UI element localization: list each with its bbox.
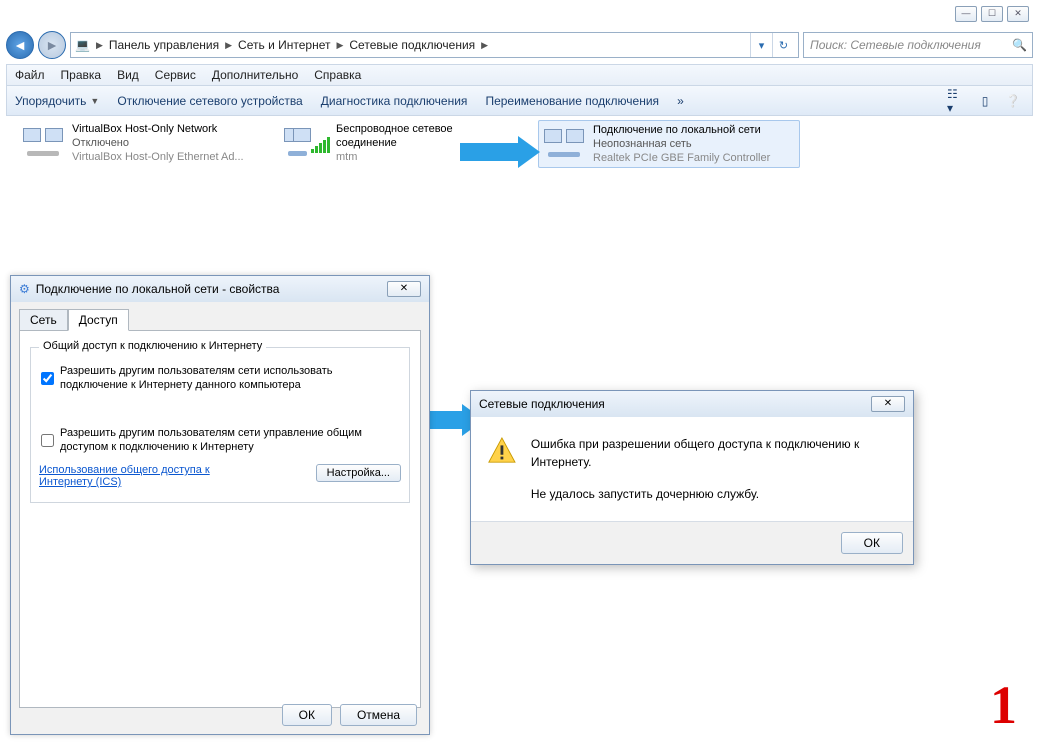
settings-button[interactable]: Настройка... (316, 464, 401, 482)
properties-dialog: ⚙ Подключение по локальной сети - свойст… (10, 275, 430, 735)
connection-device: Realtek PCIe GBE Family Controller (593, 151, 770, 165)
warning-icon (487, 435, 517, 467)
menu-help[interactable]: Справка (314, 68, 361, 82)
toolbar-disable[interactable]: Отключение сетевого устройства (117, 94, 302, 108)
connection-title: Беспроводное сетевое соединение (336, 122, 474, 150)
ok-button[interactable]: ОК (841, 532, 903, 554)
checkbox-label: Разрешить другим пользователям сети упра… (60, 426, 401, 454)
menu-view[interactable]: Вид (117, 68, 139, 82)
breadcrumb[interactable]: Сетевые подключения (349, 38, 475, 52)
menu-file[interactable]: Файл (15, 68, 45, 82)
menu-edit[interactable]: Правка (61, 68, 102, 82)
search-placeholder: Поиск: Сетевые подключения (810, 38, 981, 52)
chevron-down-icon: ▼ (90, 96, 99, 106)
nav-back-button[interactable]: ◄ (6, 31, 34, 59)
dialog-title: Сетевые подключения (479, 397, 871, 411)
menu-advanced[interactable]: Дополнительно (212, 68, 298, 82)
wireless-adapter-icon (284, 122, 330, 164)
view-options-icon[interactable]: ☷ ▾ (946, 90, 968, 112)
network-adapter-icon (20, 122, 66, 164)
minimize-button[interactable]: — (955, 6, 977, 22)
checkbox-label: Разрешить другим пользователям сети испо… (60, 364, 401, 392)
error-dialog: Сетевые подключения ✕ Ошибка при разреше… (470, 390, 914, 565)
connection-device: VirtualBox Host-Only Ethernet Ad... (72, 150, 244, 164)
dialog-title: Подключение по локальной сети - свойства (36, 282, 387, 296)
address-bar[interactable]: 💻 ▶ Панель управления ▶ Сеть и Интернет … (70, 32, 799, 58)
toolbar-diagnose[interactable]: Диагностика подключения (321, 94, 468, 108)
chevron-right-icon: ▶ (479, 40, 490, 51)
chevron-right-icon: ▶ (334, 40, 345, 51)
ics-help-link[interactable]: Использование общего доступа к Интернету… (39, 464, 239, 488)
dialog-close-button[interactable]: ✕ (871, 396, 905, 412)
checkbox-allow-share[interactable] (41, 365, 54, 392)
search-icon: 🔍 (1012, 38, 1026, 52)
menu-tools[interactable]: Сервис (155, 68, 196, 82)
breadcrumb[interactable]: Панель управления (109, 38, 219, 52)
network-icon: 💻 (75, 38, 90, 52)
connection-title: VirtualBox Host-Only Network (72, 122, 244, 136)
ok-button[interactable]: ОК (282, 704, 332, 726)
tab-access[interactable]: Доступ (68, 309, 129, 331)
search-input[interactable]: Поиск: Сетевые подключения 🔍 (803, 32, 1033, 58)
connection-status: Отключено (72, 136, 244, 150)
chevron-right-icon: ▶ (223, 40, 234, 51)
connection-status: mtm (336, 150, 474, 164)
refresh-button[interactable]: ↻ (772, 33, 794, 57)
preview-pane-icon[interactable]: ▯ (974, 90, 996, 112)
connection-item-virtualbox[interactable]: VirtualBox Host-Only Network Отключено V… (20, 122, 270, 164)
cancel-button[interactable]: Отмена (340, 704, 417, 726)
dialog-icon: ⚙ (19, 282, 30, 296)
group-legend: Общий доступ к подключению к Интернету (39, 340, 266, 352)
toolbar-organize[interactable]: Упорядочить▼ (15, 94, 99, 108)
connection-title: Подключение по локальной сети (593, 123, 770, 137)
dialog-close-button[interactable]: ✕ (387, 281, 421, 297)
network-adapter-icon (541, 123, 587, 165)
maximize-button[interactable]: ☐ (981, 6, 1003, 22)
dropdown-button[interactable]: ▾ (750, 33, 772, 57)
toolbar-more[interactable]: » (677, 94, 684, 108)
menu-bar: Файл Правка Вид Сервис Дополнительно Спр… (6, 64, 1033, 86)
chevron-right-icon: ▶ (94, 40, 105, 51)
close-button[interactable]: ✕ (1007, 6, 1029, 22)
ics-group: Общий доступ к подключению к Интернету Р… (30, 347, 410, 503)
breadcrumb[interactable]: Сеть и Интернет (238, 38, 330, 52)
error-message-line1: Ошибка при разрешении общего доступа к п… (531, 435, 897, 471)
connection-status: Неопознанная сеть (593, 137, 770, 151)
error-message-line2: Не удалось запустить дочернюю службу. (531, 485, 897, 503)
signal-strength-icon (311, 137, 330, 153)
connection-item-lan-selected[interactable]: Подключение по локальной сети Неопознанн… (538, 120, 800, 168)
toolbar: Упорядочить▼ Отключение сетевого устройс… (6, 86, 1033, 116)
help-icon[interactable]: ❔ (1002, 90, 1024, 112)
annotation-arrow-icon (460, 138, 540, 166)
connection-item-wireless[interactable]: Беспроводное сетевое соединение mtm (284, 122, 474, 164)
tab-network[interactable]: Сеть (19, 309, 68, 331)
annotation-number: 1 (990, 674, 1017, 736)
checkbox-allow-control[interactable] (41, 427, 54, 454)
nav-forward-button[interactable]: ► (38, 31, 66, 59)
toolbar-rename[interactable]: Переименование подключения (485, 94, 659, 108)
